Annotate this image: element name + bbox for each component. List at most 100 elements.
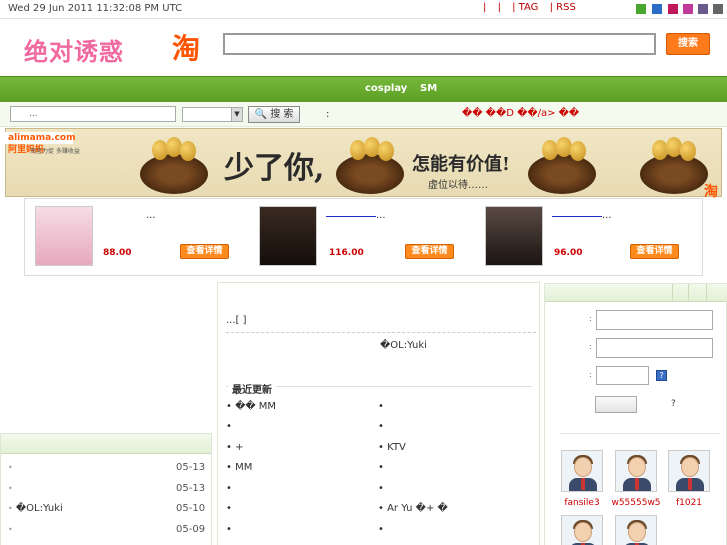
product-link-underline[interactable] xyxy=(326,216,376,217)
egg-icon xyxy=(378,141,394,161)
user-name[interactable]: fansile3 xyxy=(552,498,612,508)
announcement[interactable]: ...[ ] xyxy=(226,315,247,326)
list-item[interactable]: • xyxy=(226,503,232,514)
site-logo[interactable]: 绝对诱惑 xyxy=(24,32,124,67)
field-label: : xyxy=(589,370,592,379)
rss-link[interactable]: | RSS xyxy=(550,2,576,13)
user-avatar[interactable] xyxy=(561,515,603,545)
list-item[interactable]: • KTV xyxy=(378,442,406,453)
product-price: 88.00 xyxy=(103,248,132,258)
nav-item-sm[interactable]: SM xyxy=(420,83,437,94)
list-item[interactable]: • xyxy=(378,401,384,412)
list-item[interactable]: • Ar Yu �+ � xyxy=(378,503,448,514)
user-avatar[interactable] xyxy=(615,450,657,492)
list-item[interactable]: • MM xyxy=(226,462,252,473)
item-date: 05-09 xyxy=(176,524,206,535)
list-item[interactable]: • xyxy=(8,524,13,535)
banner-slogan-main: 少了你, xyxy=(224,151,325,186)
user-name[interactable]: f1021 xyxy=(659,498,719,508)
product-price: 96.00 xyxy=(554,248,583,258)
theme-swatch-gray[interactable] xyxy=(713,4,723,14)
latest-heading: 最近更新 xyxy=(228,381,276,396)
user-avatar[interactable] xyxy=(668,450,710,492)
list-item[interactable]: • xyxy=(378,462,384,473)
keyword-input[interactable]: ... xyxy=(10,106,176,122)
product-price: 116.00 xyxy=(329,248,364,258)
dashed-divider xyxy=(226,332,536,333)
login-button[interactable] xyxy=(595,396,637,413)
left-panel-header xyxy=(1,434,211,454)
nav-item-cosplay[interactable]: cosplay xyxy=(365,83,407,94)
egg-icon xyxy=(180,141,196,161)
user-avatar[interactable] xyxy=(561,450,603,492)
product-link-underline[interactable] xyxy=(552,216,602,217)
product-thumb[interactable] xyxy=(259,206,317,266)
theme-swatch-crimson[interactable] xyxy=(668,4,678,14)
chevron-down-icon[interactable]: ▼ xyxy=(231,108,242,121)
taobao-badge-icon: 淘 xyxy=(704,184,718,200)
theme-swatch-blue[interactable] xyxy=(652,4,662,14)
theme-swatch-pink[interactable] xyxy=(683,4,693,14)
list-item[interactable]: • �� MM xyxy=(226,401,276,412)
list-item[interactable]: • xyxy=(378,421,384,432)
field-label: : xyxy=(589,314,592,323)
search-row-colon: : xyxy=(326,109,330,120)
site-search-button[interactable]: 🔍 搜 索 xyxy=(248,106,300,123)
tab-divider xyxy=(706,284,707,302)
tab-divider xyxy=(688,284,689,302)
theme-swatch-purple[interactable] xyxy=(698,4,708,14)
panel-divider xyxy=(560,433,720,434)
list-item[interactable]: • xyxy=(226,524,232,535)
egg-icon xyxy=(570,141,586,161)
banner-slogan-sub: 虚位以待…… xyxy=(428,180,488,191)
password-field[interactable] xyxy=(596,338,713,358)
top-link[interactable]: | xyxy=(483,2,486,13)
main-nav: cosplay SM xyxy=(0,76,727,102)
list-item[interactable]: • xyxy=(378,483,384,494)
field-label: : xyxy=(589,342,592,351)
help-icon[interactable]: ? xyxy=(656,370,667,381)
tag-link[interactable]: | TAG xyxy=(512,2,538,13)
list-item[interactable]: • + xyxy=(226,442,243,453)
nest-icon xyxy=(640,154,708,194)
nest-icon xyxy=(336,154,404,194)
list-item[interactable]: • xyxy=(8,483,13,494)
product-title[interactable]: ... xyxy=(376,210,386,221)
theme-swatch-green[interactable] xyxy=(636,4,646,14)
list-item[interactable]: • xyxy=(226,421,232,432)
view-details-button[interactable]: 查看详情 xyxy=(405,244,454,259)
current-date: Wed 29 Jun 2011 11:32:08 PM UTC xyxy=(8,3,183,14)
nest-icon xyxy=(140,154,208,194)
alimama-subtitle: 淘宝力促 多赚收益 xyxy=(30,148,80,155)
list-item[interactable]: • xyxy=(8,462,13,473)
featured-post[interactable]: �OL:Yuki xyxy=(380,340,427,351)
taobao-logo-icon: 淘 xyxy=(172,32,201,65)
nest-icon xyxy=(528,154,596,194)
view-details-button[interactable]: 查看详情 xyxy=(630,244,679,259)
user-avatar[interactable] xyxy=(615,515,657,545)
top-links: | | | TAG | RSS xyxy=(483,2,584,13)
tab-divider xyxy=(672,284,673,302)
username-field[interactable] xyxy=(596,310,713,330)
top-link[interactable]: | xyxy=(498,2,501,13)
view-details-button[interactable]: 查看详情 xyxy=(180,244,229,259)
header-search-button[interactable]: 搜索 xyxy=(666,33,710,55)
product-title[interactable]: ... xyxy=(146,210,156,221)
question-mark[interactable]: ? xyxy=(671,399,676,409)
user-name[interactable]: w55555w5 xyxy=(606,498,666,508)
header-search-input[interactable] xyxy=(223,33,656,55)
list-item[interactable]: • �OL:Yuki xyxy=(8,503,63,514)
product-thumb[interactable] xyxy=(35,206,93,266)
product-title[interactable]: ... xyxy=(602,210,612,221)
list-item[interactable]: • xyxy=(226,483,232,494)
login-panel-header xyxy=(545,284,727,302)
product-thumb[interactable] xyxy=(485,206,543,266)
item-date: 05-13 xyxy=(176,483,206,494)
promo-links[interactable]: �� ��D ��/a> �� xyxy=(462,108,579,119)
egg-icon xyxy=(680,141,696,161)
list-item[interactable]: • xyxy=(378,524,384,535)
captcha-field[interactable] xyxy=(596,366,649,385)
item-date: 05-13 xyxy=(176,462,206,473)
alimama-logo: alimama.com阿里妈妈 xyxy=(5,132,75,155)
item-date: 05-10 xyxy=(176,503,206,514)
